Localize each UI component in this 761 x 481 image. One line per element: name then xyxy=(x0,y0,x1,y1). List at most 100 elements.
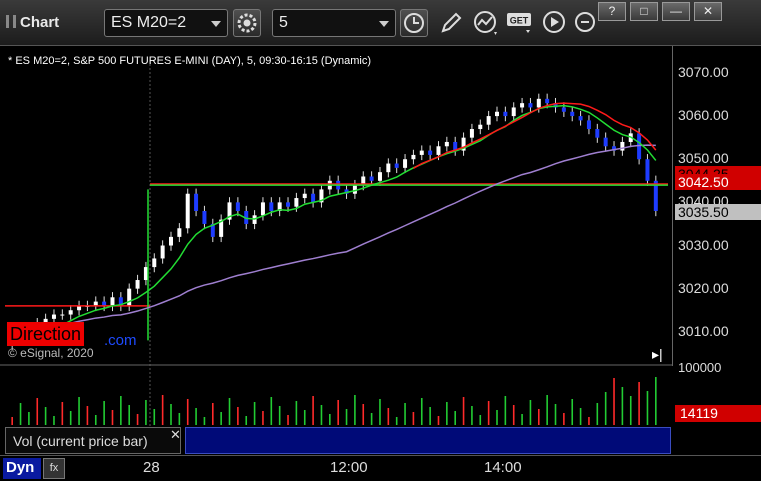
volume-bar xyxy=(262,411,264,425)
volume-bar xyxy=(303,410,306,425)
chevron-down-icon[interactable] xyxy=(379,21,389,27)
minimize-button[interactable]: — xyxy=(662,2,690,21)
candle-body xyxy=(511,107,516,117)
candle-body xyxy=(528,103,533,108)
volume-bar xyxy=(312,396,314,425)
volume-bar xyxy=(613,378,615,425)
volume-last-tag: 14119 xyxy=(675,405,761,422)
clock-icon xyxy=(404,13,424,33)
volume-bar xyxy=(462,397,465,425)
volume-bar xyxy=(203,417,206,425)
candle-body xyxy=(352,185,357,194)
chevron-down-icon[interactable] xyxy=(211,21,221,27)
link-button[interactable] xyxy=(574,9,598,37)
volume-bar xyxy=(28,412,30,425)
volume-bar xyxy=(370,413,373,425)
volume-bar xyxy=(354,395,356,425)
drag-handle-icon[interactable] xyxy=(6,15,16,28)
volume-bar xyxy=(228,398,231,425)
volume-bar xyxy=(211,403,214,425)
help-button[interactable]: ? xyxy=(598,2,626,21)
draw-button[interactable] xyxy=(437,9,465,37)
logo: Direction xyxy=(7,322,85,346)
get-button[interactable]: GET xyxy=(506,9,536,37)
volume-bar xyxy=(604,392,607,425)
volume-bar xyxy=(78,397,80,425)
candle-body xyxy=(603,137,608,147)
candle-body xyxy=(194,193,199,211)
candle-body xyxy=(645,159,650,181)
y-tick-label: 3060.00 xyxy=(678,107,729,124)
candle-body xyxy=(311,193,316,203)
volume-bar xyxy=(161,395,164,425)
candle-body xyxy=(520,103,525,108)
volume-bar xyxy=(69,411,72,425)
candle-body xyxy=(286,202,291,207)
study-icon xyxy=(474,11,497,35)
volume-bar xyxy=(36,398,39,425)
volume-bar xyxy=(521,414,523,425)
volume-bar xyxy=(170,404,172,425)
volume-bar xyxy=(253,402,256,425)
volume-bar xyxy=(94,415,97,425)
volume-bar xyxy=(404,403,406,425)
volume-bar xyxy=(563,413,565,425)
volume-bar xyxy=(471,406,473,425)
candle-body xyxy=(578,116,583,121)
price-chart[interactable] xyxy=(0,46,761,481)
volume-bar xyxy=(412,412,415,425)
volume-bar xyxy=(437,416,440,425)
interval-input[interactable]: 5 xyxy=(272,9,396,37)
dynamic-button[interactable]: Dyn xyxy=(3,458,41,479)
symbol-value: ES M20=2 xyxy=(111,14,187,31)
volume-bar xyxy=(429,407,431,425)
symbol-input[interactable]: ES M20=2 xyxy=(104,9,228,37)
chart-header: * ES M20=2, S&P 500 FUTURES E-MINI (DAY)… xyxy=(8,55,372,67)
candle-body xyxy=(620,141,625,151)
settings-button[interactable] xyxy=(233,9,261,37)
volume-bar xyxy=(245,416,248,425)
restore-button[interactable]: □ xyxy=(630,2,658,21)
candle-body xyxy=(302,193,307,199)
volume-bar xyxy=(278,406,281,425)
studies-button[interactable] xyxy=(472,9,502,37)
candle-body xyxy=(386,163,391,173)
logo-suffix: .com xyxy=(104,332,137,349)
time-button[interactable] xyxy=(400,9,428,37)
candle-body xyxy=(127,288,132,306)
candle-body xyxy=(595,129,600,138)
volume-bar xyxy=(103,401,105,425)
candle-body xyxy=(377,172,382,181)
volume-bar xyxy=(145,400,147,425)
volume-bar xyxy=(487,401,490,425)
time-axis[interactable] xyxy=(0,455,761,481)
interval-value: 5 xyxy=(279,14,288,31)
y-tick-label: 3050.00 xyxy=(678,150,729,167)
y-tick-label: 3020.00 xyxy=(678,279,729,296)
volume-bar xyxy=(621,387,624,425)
volume-panel-label[interactable]: Vol (current price bar) xyxy=(5,427,181,454)
volume-bar xyxy=(504,396,507,425)
volume-bar xyxy=(128,405,131,425)
volume-bar xyxy=(19,403,22,425)
volume-bar xyxy=(111,410,114,425)
volume-bar xyxy=(86,406,89,425)
x-tick-label: 12:00 xyxy=(330,459,368,476)
volume-bar xyxy=(629,396,632,425)
candle-body xyxy=(68,310,73,315)
jump-to-end-icon[interactable]: ▸| xyxy=(652,346,663,363)
close-icon[interactable]: ✕ xyxy=(170,427,181,443)
candle-body xyxy=(436,146,441,155)
candle-body xyxy=(394,163,399,168)
play-button[interactable] xyxy=(541,9,569,37)
app-title: Chart xyxy=(6,14,59,31)
candle-body xyxy=(403,159,408,168)
candle-body xyxy=(469,129,474,138)
maximize-button[interactable]: ✕ xyxy=(694,2,722,21)
candle-body xyxy=(177,228,182,237)
candle-body xyxy=(294,198,299,207)
candle-body xyxy=(110,297,115,306)
volume-bar xyxy=(588,417,590,425)
candle-body xyxy=(478,124,483,130)
formula-button[interactable]: fx xyxy=(43,458,65,479)
